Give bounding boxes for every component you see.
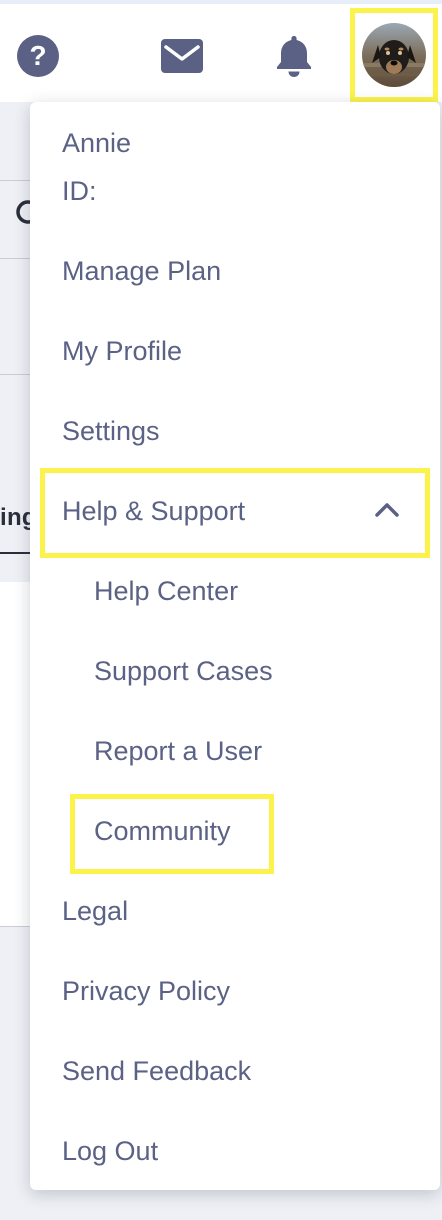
menu-item-privacy-policy[interactable]: Privacy Policy xyxy=(62,978,230,1005)
svg-text:?: ? xyxy=(29,40,46,71)
menu-item-legal[interactable]: Legal xyxy=(62,898,128,925)
menu-item-my-profile[interactable]: My Profile xyxy=(62,338,182,365)
avatar-button[interactable] xyxy=(350,8,438,102)
menu-item-send-feedback[interactable]: Send Feedback xyxy=(62,1058,251,1085)
top-header: ? xyxy=(0,0,442,102)
menu-item-manage-plan[interactable]: Manage Plan xyxy=(62,258,221,285)
mail-icon[interactable] xyxy=(158,34,206,78)
submenu-item-community[interactable]: Community xyxy=(94,818,231,845)
chevron-up-icon[interactable] xyxy=(374,502,400,518)
user-dropdown-menu: Annie ID: Manage Plan My Profile Setting… xyxy=(30,102,440,1190)
submenu-item-support-cases[interactable]: Support Cases xyxy=(94,658,273,685)
avatar xyxy=(362,23,426,87)
submenu-item-report-user[interactable]: Report a User xyxy=(94,738,262,765)
user-id-label: ID: xyxy=(62,176,97,206)
bell-icon[interactable] xyxy=(270,32,318,80)
help-circle-icon[interactable]: ? xyxy=(14,32,62,80)
menu-item-help-support[interactable]: Help & Support xyxy=(62,498,245,525)
user-name: Annie xyxy=(62,128,132,158)
menu-item-log-out[interactable]: Log Out xyxy=(62,1138,158,1165)
submenu-item-help-center[interactable]: Help Center xyxy=(94,578,238,605)
menu-item-settings[interactable]: Settings xyxy=(62,418,160,445)
